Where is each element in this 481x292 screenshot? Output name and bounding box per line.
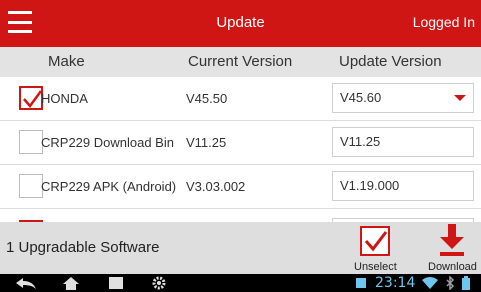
clock: 23:14 <box>375 275 416 291</box>
update-version-field[interactable]: V1.19.000 <box>332 171 474 201</box>
make-name: CRP229 APK (Android) <box>41 179 177 194</box>
update-version-dropdown[interactable]: V45.60 <box>332 83 474 113</box>
table-row: CRP229 Download Bin V11.25 V11.25 <box>0 121 481 165</box>
update-version-value: V45.60 <box>340 90 382 105</box>
download-label: Download <box>428 261 477 273</box>
column-header-update-version: Update Version <box>339 53 442 70</box>
update-version-value: V11.25 <box>340 134 381 149</box>
table-row: CRP229 APK (Android) V3.03.002 V1.19.000 <box>0 165 481 209</box>
update-version-value: V1.19.000 <box>340 178 400 193</box>
dropdown-caret-icon <box>454 95 466 101</box>
row-checkbox[interactable] <box>19 174 43 198</box>
back-icon[interactable] <box>14 276 38 290</box>
make-name: HONDA <box>41 91 88 106</box>
row-checkbox[interactable] <box>19 86 43 110</box>
bottom-action-bar: 1 Upgradable Software Unselect Download <box>0 222 481 274</box>
table-row: HONDA V45.50 V45.60 <box>0 77 481 121</box>
current-version: V3.03.002 <box>186 179 246 194</box>
download-button[interactable]: Download <box>424 222 480 274</box>
unselect-label: Unselect <box>354 261 397 273</box>
unselect-button[interactable]: Unselect <box>352 222 398 274</box>
bluetooth-icon <box>446 276 455 290</box>
battery-icon <box>462 276 470 290</box>
page-title: Update <box>216 14 265 31</box>
app-header: Update Logged In <box>0 0 481 47</box>
current-version: V45.50 <box>186 91 228 106</box>
recent-apps-icon[interactable] <box>108 276 124 290</box>
wifi-icon <box>422 277 438 289</box>
settings-gear-icon[interactable] <box>152 276 166 290</box>
notification-icon <box>356 278 366 288</box>
column-header-current-version: Current Version <box>188 53 293 70</box>
upgradable-summary: 1 Upgradable Software <box>6 239 160 256</box>
checkbox-checked-icon <box>360 226 390 256</box>
home-icon[interactable] <box>62 276 80 290</box>
make-name: CRP229 Download Bin <box>41 135 174 150</box>
column-header-make: Make <box>48 53 85 70</box>
download-icon <box>440 224 464 256</box>
current-version: V11.25 <box>186 135 227 150</box>
row-checkbox[interactable] <box>19 130 43 154</box>
system-navigation-bar: 23:14 <box>0 274 481 292</box>
login-status: Logged In <box>412 14 475 30</box>
update-version-field[interactable]: V11.25 <box>332 127 474 157</box>
table-header: Make Current Version Update Version <box>0 47 481 77</box>
checkmark-icon <box>23 90 42 109</box>
